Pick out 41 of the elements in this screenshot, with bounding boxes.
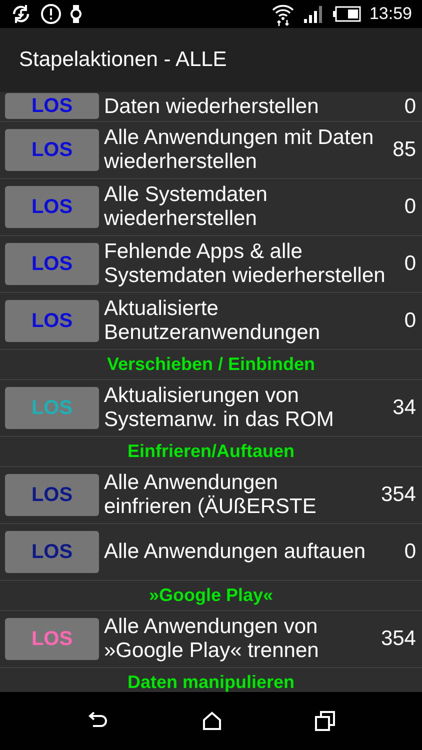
alert-icon xyxy=(40,3,62,25)
section-header: Einfrieren/Auftauen xyxy=(127,441,295,462)
clock-time: 13:59 xyxy=(369,4,412,24)
go-button[interactable]: LOS xyxy=(5,474,99,516)
action-label: Fehlende Apps & alle Systemdaten wiederherstellen xyxy=(104,240,386,288)
recent-apps-icon[interactable] xyxy=(315,711,336,731)
go-button[interactable]: LOS xyxy=(5,93,99,119)
item-count: 0 xyxy=(404,95,416,119)
item-count: 85 xyxy=(392,138,416,162)
watch-icon xyxy=(70,3,82,25)
go-button[interactable]: LOS xyxy=(5,387,99,429)
action-label: Alle Anwendungen mit Daten wiederherstellen xyxy=(104,126,375,174)
home-icon[interactable] xyxy=(202,711,222,731)
item-count: 0 xyxy=(404,540,416,564)
wifi-icon xyxy=(271,2,296,26)
action-label: Aktualisierte Benutzeranwendungen xyxy=(104,297,322,345)
go-button[interactable]: LOS xyxy=(5,531,99,573)
action-label: Alle Anwendungen einfrieren (ÄUßERSTE xyxy=(104,471,318,519)
item-count: 0 xyxy=(404,309,416,333)
section-header: Verschieben / Einbinden xyxy=(106,354,316,375)
item-count: 0 xyxy=(404,195,416,219)
section-header: »Google Play« xyxy=(148,585,274,606)
go-button[interactable]: LOS xyxy=(5,243,99,285)
sync-icon xyxy=(10,3,32,25)
action-label: Daten wiederherstellen xyxy=(104,95,320,119)
back-icon[interactable] xyxy=(86,712,109,730)
action-label: Alle Systemdaten wiederherstellen xyxy=(104,183,268,231)
item-count: 0 xyxy=(404,252,416,276)
action-label: Aktualisierungen von Systemanw. in das ROM xyxy=(104,384,335,432)
item-count: 354 xyxy=(380,627,416,651)
go-button[interactable]: LOS xyxy=(5,300,99,342)
go-button[interactable]: LOS xyxy=(5,129,99,171)
go-button[interactable]: LOS xyxy=(5,186,99,228)
screen-title: Stapelaktionen - ALLE xyxy=(19,48,227,72)
action-label: Alle Anwendungen auftauen xyxy=(104,540,367,564)
battery-icon xyxy=(333,6,362,22)
go-button[interactable]: LOS xyxy=(5,618,99,660)
item-count: 34 xyxy=(392,396,416,420)
section-header: Daten manipulieren xyxy=(127,672,295,692)
item-count: 354 xyxy=(380,483,416,507)
action-label: Alle Anwendungen von »Google Play« trennen xyxy=(104,615,320,663)
